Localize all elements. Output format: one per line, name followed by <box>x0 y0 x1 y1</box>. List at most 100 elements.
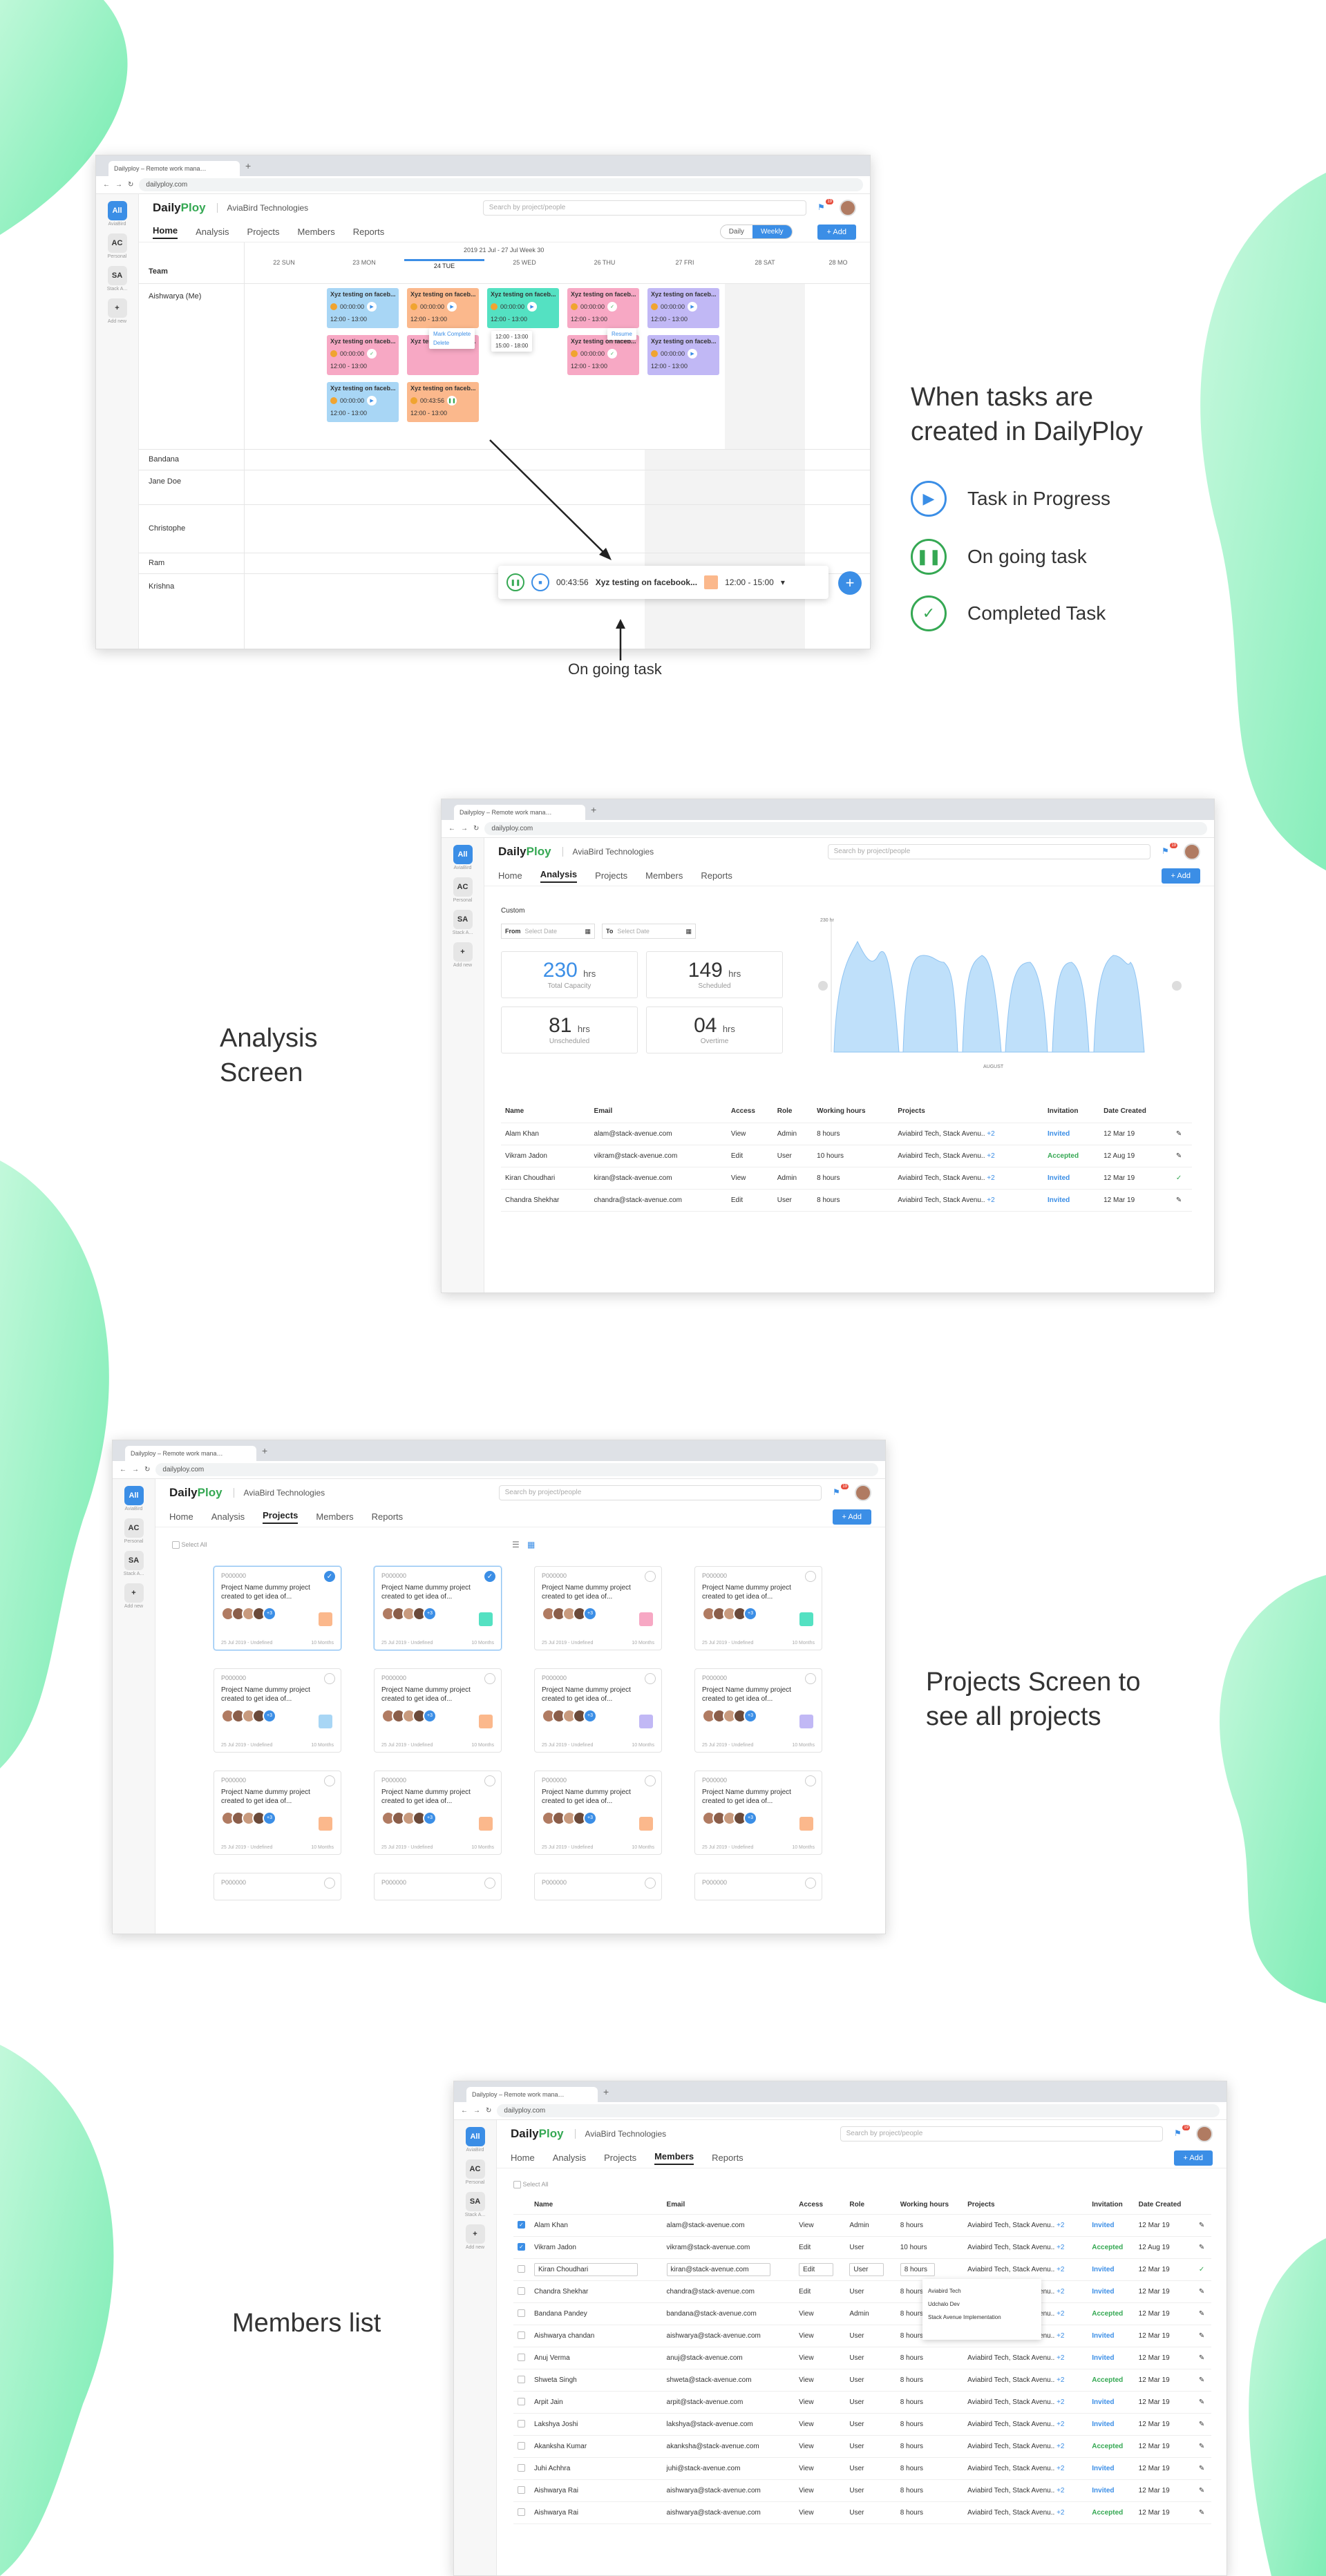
workspace-ac[interactable]: AC <box>107 233 127 253</box>
more-projects-link[interactable]: +2 <box>1057 2288 1064 2296</box>
edit-icon[interactable]: ✎ <box>1199 2354 1204 2362</box>
more-projects-link[interactable]: +2 <box>987 1130 994 1138</box>
edit-icon[interactable]: ✎ <box>1199 2310 1204 2318</box>
more-projects-link[interactable]: +2 <box>987 1152 994 1160</box>
forward-icon[interactable]: → <box>461 825 468 832</box>
tab-reports[interactable]: Reports <box>372 1511 404 1522</box>
more-projects-link[interactable]: +2 <box>1057 2421 1064 2428</box>
select-all[interactable]: Select All <box>513 2181 549 2189</box>
add-workspace-button[interactable]: + <box>453 942 473 962</box>
row-checkbox[interactable]: ✓ <box>518 2221 525 2229</box>
edit-icon[interactable]: ✎ <box>1199 2465 1204 2472</box>
back-icon[interactable]: ← <box>120 1466 126 1473</box>
from-date-field[interactable]: From Select Date ▦ <box>501 924 595 939</box>
select-checkbox[interactable] <box>324 1775 335 1786</box>
avatar[interactable] <box>855 1485 871 1501</box>
select-all[interactable]: Select All <box>172 1541 207 1549</box>
select-checkbox[interactable] <box>805 1878 816 1889</box>
new-tab-icon[interactable]: + <box>603 2086 609 2097</box>
search-input[interactable]: Search by project/people <box>482 200 806 216</box>
workspace-sa[interactable]: SA <box>453 910 473 929</box>
edit-icon[interactable]: ✎ <box>1199 2222 1204 2229</box>
tab-members[interactable]: Members <box>654 2151 694 2165</box>
project-card[interactable]: P000000 Project Name dummy project create… <box>534 1668 662 1753</box>
browser-tab[interactable]: Dailyploy – Remote work mana… <box>108 161 240 176</box>
project-card[interactable]: P000000 Project Name dummy project create… <box>694 1771 822 1855</box>
tab-projects[interactable]: Projects <box>247 227 280 237</box>
check-icon[interactable]: ✓ <box>1176 1174 1182 1182</box>
workspace-sa[interactable]: SA <box>124 1551 144 1570</box>
project-card[interactable]: P000000 Project Name dummy project create… <box>534 1771 662 1855</box>
add-workspace-button[interactable]: + <box>124 1583 144 1603</box>
select-checkbox[interactable] <box>645 1775 656 1786</box>
avatar[interactable] <box>840 200 856 216</box>
search-input[interactable]: Search by project/people <box>827 844 1150 859</box>
tab-reports[interactable]: Reports <box>712 2153 743 2163</box>
back-icon[interactable]: ← <box>103 181 110 189</box>
project-card[interactable]: P000000 Project Name dummy project create… <box>214 1771 341 1855</box>
project-card[interactable]: P000000 <box>374 1873 502 1900</box>
edit-icon[interactable]: ✎ <box>1176 1130 1182 1138</box>
edit-icon[interactable]: ✎ <box>1199 2376 1204 2384</box>
bell-icon[interactable]: ⚑ 19 <box>833 1484 849 1498</box>
add-button[interactable]: + Add <box>1161 868 1200 884</box>
forward-icon[interactable]: → <box>115 181 122 189</box>
more-projects-link[interactable]: +2 <box>987 1174 994 1182</box>
daily-toggle[interactable]: Daily <box>721 225 752 238</box>
cell-access[interactable]: Edit <box>795 2258 846 2281</box>
more-projects-link[interactable]: +2 <box>1057 2222 1064 2229</box>
workspace-ac[interactable]: AC <box>453 877 473 897</box>
url-field[interactable]: dailyploy.com <box>155 1463 878 1476</box>
chevron-down-icon[interactable]: ▾ <box>781 578 785 587</box>
select-checkbox[interactable] <box>805 1673 816 1684</box>
url-field[interactable]: dailyploy.com <box>497 2104 1220 2117</box>
dropdown-option[interactable]: Stack Avenue Implementation <box>928 2311 1036 2324</box>
tab-projects[interactable]: Projects <box>604 2153 636 2163</box>
project-card[interactable]: P000000 Project Name dummy project create… <box>694 1668 822 1753</box>
to-date-field[interactable]: To Select Date ▦ <box>602 924 696 939</box>
cell-email[interactable]: kiran@stack-avenue.com <box>662 2258 795 2281</box>
select-checkbox[interactable] <box>324 1673 335 1684</box>
select-checkbox[interactable] <box>645 1878 656 1889</box>
select-checkbox[interactable] <box>484 1775 495 1786</box>
back-icon[interactable]: ← <box>461 2107 468 2115</box>
cell-role[interactable]: User <box>845 2258 896 2281</box>
more-projects-link[interactable]: +2 <box>1057 2509 1064 2517</box>
pause-circle-icon[interactable]: ❚❚ <box>506 573 524 591</box>
row-checkbox[interactable] <box>518 2486 525 2494</box>
select-checkbox[interactable] <box>484 1878 495 1889</box>
more-projects-link[interactable]: +2 <box>1057 2443 1064 2450</box>
chevron-left-icon[interactable] <box>818 981 828 991</box>
more-projects-link[interactable]: +2 <box>1057 2332 1064 2340</box>
add-workspace-button[interactable]: + <box>465 2224 485 2244</box>
url-field[interactable]: dailyploy.com <box>139 178 863 191</box>
browser-tab[interactable]: Dailyploy – Remote work mana… <box>454 805 585 820</box>
tab-analysis[interactable]: Analysis <box>553 2153 586 2163</box>
row-checkbox[interactable] <box>518 2508 525 2517</box>
select-checkbox[interactable] <box>484 1673 495 1684</box>
more-projects-link[interactable]: +2 <box>1057 2487 1064 2494</box>
project-card[interactable]: P000000 ✓ Project Name dummy project creat… <box>214 1566 341 1650</box>
tab-members[interactable]: Members <box>645 870 683 881</box>
project-card[interactable]: P000000 Project Name dummy project create… <box>534 1566 662 1650</box>
cell-name[interactable]: Kiran Choudhari <box>530 2258 663 2281</box>
project-card[interactable]: P000000 <box>214 1873 341 1900</box>
tab-projects[interactable]: Projects <box>263 1510 299 1524</box>
select-checkbox[interactable] <box>324 1878 335 1889</box>
tab-reports[interactable]: Reports <box>701 870 732 881</box>
more-projects-link[interactable]: +2 <box>1057 2310 1064 2318</box>
select-checkbox[interactable]: ✓ <box>484 1571 495 1582</box>
avatar[interactable] <box>1196 2126 1213 2142</box>
edit-icon[interactable]: ✎ <box>1199 2421 1204 2428</box>
add-button[interactable]: + Add <box>1173 2150 1213 2166</box>
project-card[interactable]: P000000 Project Name dummy project create… <box>374 1771 502 1855</box>
row-checkbox[interactable] <box>518 2464 525 2472</box>
reload-icon[interactable]: ↻ <box>486 2107 491 2115</box>
row-checkbox[interactable] <box>518 2420 525 2428</box>
edit-icon[interactable]: ✎ <box>1199 2443 1204 2450</box>
tab-home[interactable]: Home <box>153 225 178 239</box>
row-checkbox[interactable] <box>518 2376 525 2384</box>
grid-view-icon[interactable]: ▦ <box>527 1540 535 1549</box>
row-checkbox[interactable] <box>518 2331 525 2340</box>
search-input[interactable]: Search by project/people <box>840 2126 1163 2141</box>
